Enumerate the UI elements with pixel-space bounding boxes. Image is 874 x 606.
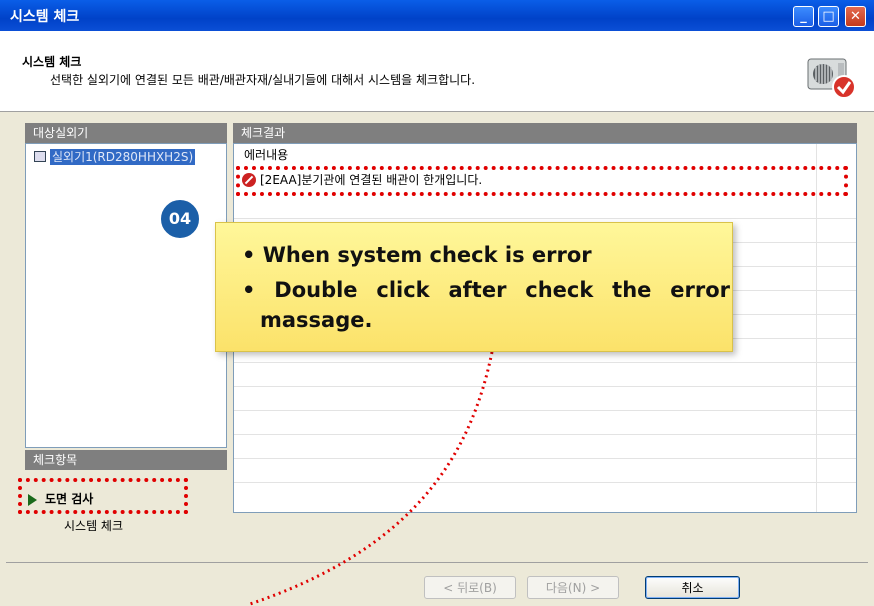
callout-bullet-1: • When system check is error — [242, 243, 592, 267]
close-icon: ✕ — [850, 9, 861, 24]
window-title: 시스템 체크 — [10, 9, 80, 25]
callout-bullet-2: • Double click after check the error mas… — [242, 278, 730, 332]
row-divider — [234, 362, 856, 363]
row-divider — [234, 386, 856, 387]
error-highlight-box — [236, 166, 848, 196]
check-item-highlight-box — [18, 478, 188, 514]
next-button[interactable]: 다음(N) > — [527, 576, 619, 599]
close-button[interactable]: ✕ — [845, 6, 866, 27]
maximize-icon: □ — [822, 9, 835, 24]
back-button[interactable]: < 뒤로(B) — [424, 576, 516, 599]
row-divider — [234, 218, 856, 219]
outdoor-unit-list[interactable]: 실외기1(RD280HHXH2S) — [25, 143, 227, 448]
check-item-system[interactable]: 시스템 체크 — [64, 517, 123, 534]
instruction-callout: • When system check is error • Double cl… — [215, 222, 733, 352]
check-result-header: 체크결과 — [233, 123, 857, 143]
outdoor-unit-check-icon — [807, 58, 856, 99]
error-column-header[interactable]: 에러내용 — [234, 144, 816, 164]
cancel-button[interactable]: 취소 — [645, 576, 740, 599]
outdoor-unit-icon — [34, 151, 46, 162]
row-divider — [234, 434, 856, 435]
maximize-button[interactable]: □ — [818, 6, 839, 27]
wizard-header: 시스템 체크 선택한 실외기에 연결된 모든 배관/배관자재/실내기들에 대해서… — [0, 31, 874, 112]
title-bar[interactable]: 시스템 체크 _ □ ✕ — [0, 0, 874, 31]
minimize-button[interactable]: _ — [793, 6, 814, 27]
header-title: 시스템 체크 — [22, 55, 82, 69]
minimize-icon: _ — [800, 9, 807, 24]
footer-divider — [6, 562, 868, 563]
header-description: 선택한 실외기에 연결된 모든 배관/배관자재/실내기들에 대해서 시스템을 체… — [50, 73, 476, 87]
target-outdoor-header: 대상실외기 — [25, 123, 227, 143]
outdoor-unit-label: 실외기1(RD280HHXH2S) — [50, 149, 196, 165]
row-divider — [234, 410, 856, 411]
check-items-header: 체크항목 — [25, 450, 227, 470]
step-badge: 04 — [158, 197, 202, 241]
row-divider — [234, 482, 856, 483]
row-divider — [234, 458, 856, 459]
